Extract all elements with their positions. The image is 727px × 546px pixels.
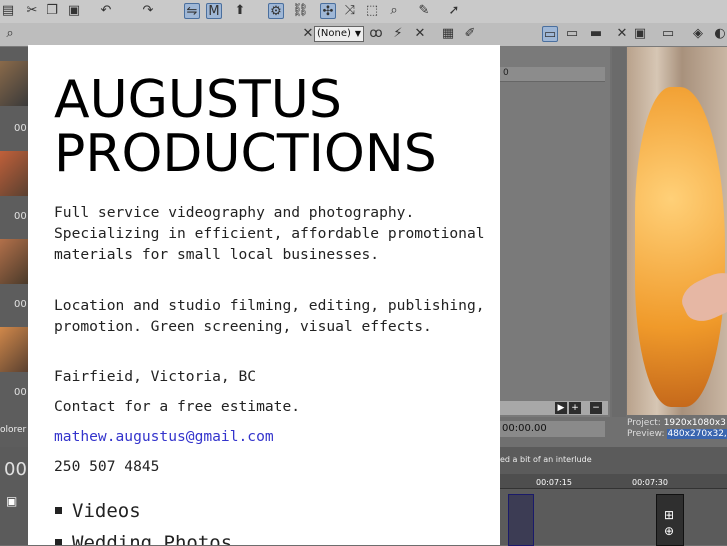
save-icon[interactable]: ▦ [440,26,456,42]
copy-snapshot-icon[interactable]: ◐ [712,26,727,42]
media-thumbnail[interactable] [0,61,28,106]
thumbnail-label: 00 [14,387,27,398]
services-description: Full service videography and photography… [54,204,494,263]
event-icon[interactable]: ⬆ [232,3,248,19]
trimmer-time-value: 00:00.00 [502,423,547,434]
redo-icon[interactable]: ↷ [140,3,156,19]
track-header-icon[interactable]: ▣ [6,494,17,508]
preview-side-strip [612,47,626,417]
plugin-icon[interactable]: ⚡ [390,26,406,42]
project-label: Project: [627,418,661,428]
media-thumbnail[interactable] [0,327,28,372]
wand-icon[interactable]: ✐ [462,26,478,42]
help-pointer-icon[interactable]: ➚ [446,3,462,19]
properties-icon[interactable]: ▣ [632,26,648,42]
copy-icon[interactable]: ▤ [0,3,16,19]
media-thumbnails-column: 00 00 00 00 [0,47,28,447]
cut-icon[interactable]: ✂ [24,3,40,19]
thumbnail-label: 00 [14,211,27,222]
video-preview [627,47,727,415]
preview-subject [635,87,725,407]
preset-select-value: (None) [317,28,351,39]
brush-icon[interactable]: ✎ [416,3,432,19]
lock-icon[interactable]: ⛓ [292,3,309,19]
call-to-action: Contact for a free estimate. [54,398,301,415]
company-title-line: AUGUSTUS [54,70,342,130]
preview-label: Preview: [627,429,665,439]
business-card-overlay: AUGUSTUS PRODUCTIONS Full service videog… [28,45,500,545]
trimmer-header-zero: 0 [503,68,509,78]
nav-item-videos[interactable]: Videos [54,495,494,527]
secondary-toolbar: ⌕ ✕ (None) ▼ ꝏ ⚡ ✕ ▦ ✐ ▭ ▭ ▬ ✕ ▣ ▭ ◈ ◐ [0,23,727,47]
zoom-in-icon[interactable]: + [569,402,581,414]
preset-select[interactable]: (None) ▼ [314,26,364,42]
remove-icon[interactable]: ✕ [412,26,428,42]
preview-value: 480x270x32, [667,429,727,439]
company-title: AUGUSTUS PRODUCTIONS [54,73,494,181]
email-link[interactable]: mathew.augustus@gmail.com [54,428,274,445]
explorer-tab[interactable]: olorer [0,425,26,435]
timeline-cursor-time: 00 [4,459,27,480]
timeline-region-label: ed a bit of an interlude [500,455,592,464]
search-icon[interactable]: ⌕ [2,26,18,42]
project-value: 1920x1080x3 [663,418,726,428]
trimmer-header [500,67,605,82]
trimmer-panel [500,47,610,417]
location-text: Fairfieid, Victoria, BC [54,368,257,385]
selection-tool-icon[interactable]: ⬚ [364,3,380,19]
overlay-icon[interactable]: ▬ [588,26,604,42]
services-list-description: Location and studio filming, editing, pu… [54,297,494,335]
clip-crop-icon[interactable]: ⊕ [664,524,674,538]
timeline-clip[interactable] [508,494,534,546]
trimmer-time-field[interactable]: 00:00.00 [500,421,605,437]
ruler-tick-label: 00:07:30 [632,478,668,487]
normal-edit-tool-icon[interactable]: ✣ [320,3,336,19]
chevron-down-icon: ▼ [354,29,361,38]
zoom-out-icon[interactable]: − [590,402,602,414]
copy-doc-icon[interactable]: ❐ [44,3,60,19]
split-screen-icon[interactable]: ◈ [690,26,706,42]
thumbnail-label: 00 [14,123,27,134]
snap-icon[interactable]: ⇋ [184,3,200,19]
phone-number: 250 507 4845 [54,458,160,475]
media-thumbnail[interactable] [0,239,28,284]
undo-icon[interactable]: ↶ [98,3,114,19]
main-toolbar: ▤ ✂ ❐ ▣ ↶ ↷ ⇋ M ⬆ ⚙ ⛓ ✣ ⤨ ⬚ ⌕ ✎ ➚ [0,0,727,24]
media-thumbnail[interactable] [0,151,28,196]
ripple-icon[interactable]: ⚙ [268,3,284,19]
ruler-tick-label: 00:07:15 [536,478,572,487]
close-preview-icon[interactable]: ✕ [614,26,630,42]
paste-icon[interactable]: ▣ [66,3,82,19]
effects-icon[interactable]: ꝏ [368,26,384,42]
project-info: Project: 1920x1080x3 Preview: 480x270x32… [627,418,727,440]
nav-list: Videos Wedding Photos [54,495,494,545]
nav-item-wedding-photos[interactable]: Wedding Photos [54,527,494,545]
preview-window-icon[interactable]: ▭ [542,26,558,42]
thumbnail-label: 00 [14,299,27,310]
monitor-icon[interactable]: ▭ [564,26,580,42]
zoom-tool-icon[interactable]: ⌕ [386,3,402,19]
marker-icon[interactable]: M [206,3,222,19]
video-output-icon[interactable]: ▭ [660,26,676,42]
play-icon[interactable]: ▶ [555,402,567,414]
company-title-line: PRODUCTIONS [54,124,437,184]
timeline-ruler[interactable] [500,474,727,489]
clip-fx-icon[interactable]: ⊞ [664,508,674,522]
envelope-tool-icon[interactable]: ⤨ [342,3,358,19]
